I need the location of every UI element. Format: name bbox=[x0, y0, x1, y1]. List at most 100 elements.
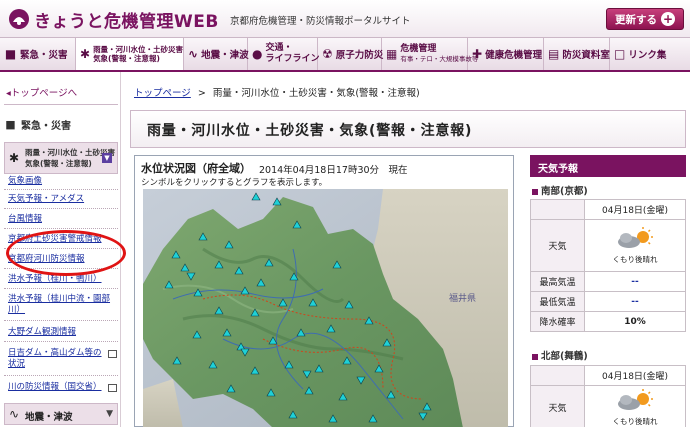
site-logo[interactable]: きょうと危機管理WEB bbox=[34, 7, 219, 32]
breadcrumb-current: 雨量・河川水位・土砂災害・気象(警報・注意報) bbox=[212, 88, 420, 99]
sidebar-cat-emergency[interactable]: ■ 緊急・災害 bbox=[4, 117, 118, 132]
divider bbox=[4, 189, 118, 190]
weather-table-south: 04月18日(金曜) 天気 くもり後晴れ 最高気温 -- 最低気温 -- 降水確 bbox=[530, 199, 686, 332]
nav-earthquake[interactable]: ∿ 地震・津波 bbox=[184, 38, 249, 70]
weather-region-north-label: 北部(舞鶴) bbox=[541, 351, 588, 362]
nav-earthquake-label: 地震・津波 bbox=[201, 50, 249, 61]
weather-panel: 天気予報 南部(京都) 04月18日(金曜) 天気 くもり後晴れ 最高気温 -- bbox=[530, 155, 686, 427]
bullet-icon bbox=[532, 188, 538, 195]
map-label-fukui: 福井県 bbox=[449, 292, 476, 304]
weather-heading: 天気予報 bbox=[530, 155, 686, 177]
asterisk-icon: ✱ bbox=[9, 151, 20, 165]
breadcrumb: トップページ > 雨量・河川水位・土砂災害・気象(警報・注意報) bbox=[134, 85, 420, 99]
nav-traffic-label2: ライフライン bbox=[265, 54, 320, 64]
nav-rain-river-label2: 気象(警報・注意報) bbox=[93, 54, 160, 63]
sidebar-cat-quake-label: 地震・津波 bbox=[25, 412, 73, 423]
sidebar-cat-emergency-label: 緊急・災害 bbox=[21, 121, 71, 132]
wave-icon: ∿ bbox=[9, 407, 20, 421]
weather-text: くもり後晴れ bbox=[612, 254, 658, 264]
weather-cell: くもり後晴れ bbox=[584, 385, 686, 427]
divider bbox=[4, 320, 118, 321]
site-subtitle: 京都府危機管理・防災情報ポータルサイト bbox=[230, 16, 411, 27]
nav-emergency-label: 緊急・災害 bbox=[20, 50, 68, 61]
map-title: 水位状況図（府全域） bbox=[141, 162, 251, 175]
radiation-icon: ☢ bbox=[322, 46, 333, 61]
rain-chance-label: 降水確率 bbox=[530, 311, 585, 332]
rain-chance-value: 10% bbox=[584, 311, 686, 332]
nav-rain-river[interactable]: ✱ 雨量・河川水位・土砂災害 気象(警報・注意報) bbox=[76, 38, 184, 70]
refresh-button-label: 更新する bbox=[615, 13, 657, 26]
sidebar-link-ono-dam[interactable]: 大野ダム観測情報 bbox=[8, 327, 76, 338]
main-nav: ■ 緊急・災害 ✱ 雨量・河川水位・土砂災害 気象(警報・注意報) ∿ 地震・津波… bbox=[0, 38, 690, 72]
nav-health[interactable]: ✚ 健康危機管理 bbox=[468, 38, 544, 70]
plus-icon: + bbox=[661, 12, 675, 26]
nav-health-label: 健康危機管理 bbox=[485, 50, 543, 61]
table-cell bbox=[530, 199, 585, 220]
cross-icon: ✚ bbox=[472, 46, 483, 61]
sidebar-link-hiyoshi-dam[interactable]: 日吉ダム・高山ダム等の状況 bbox=[8, 348, 108, 370]
top-page-link[interactable]: ◂トップページへ bbox=[6, 85, 77, 99]
sidebar-link-typhoon[interactable]: 台風情報 bbox=[8, 214, 42, 225]
sidebar-cat-rain-river[interactable]: ✱ 雨量・河川水位・土砂災害 気象(警報・注意報) ▼ bbox=[4, 142, 118, 174]
divider bbox=[4, 341, 118, 342]
divider bbox=[4, 375, 118, 376]
map-timestamp: 2014年04月18日17時30分 現在 bbox=[259, 165, 408, 176]
page-title-box: 雨量・河川水位・土砂災害・気象(警報・注意報) bbox=[130, 110, 686, 148]
nav-library-label: 防災資料室 bbox=[562, 50, 610, 61]
nav-rain-river-label: 雨量・河川水位・土砂災害 bbox=[93, 45, 184, 54]
sidebar-cat-quake[interactable]: ∿ 地震・津波 ▼ bbox=[4, 403, 118, 425]
chevron-down-icon: ▼ bbox=[106, 409, 113, 419]
nav-library[interactable]: ▤ 防災資料室 bbox=[544, 38, 610, 70]
page-title: 雨量・河川水位・土砂災害・気象(警報・注意報) bbox=[147, 123, 473, 139]
nav-links[interactable]: □ リンク集 bbox=[610, 38, 670, 70]
wave-icon: ∿ bbox=[188, 46, 199, 61]
nav-crisis-label: 危機管理 bbox=[400, 44, 437, 54]
water-level-map[interactable]: 福井県 bbox=[143, 189, 508, 427]
alert-icon: ■ bbox=[4, 46, 17, 61]
breadcrumb-home[interactable]: トップページ bbox=[134, 88, 191, 99]
weather-label: 天気 bbox=[530, 385, 585, 427]
bullet-icon bbox=[532, 353, 538, 360]
min-temp-value: -- bbox=[584, 291, 686, 312]
weather-label: 天気 bbox=[530, 219, 585, 272]
weather-region-north: 北部(舞鶴) bbox=[532, 348, 588, 362]
external-link-icon bbox=[108, 350, 117, 358]
car-icon: ● bbox=[252, 46, 263, 61]
book-icon: ▤ bbox=[548, 46, 560, 61]
divider bbox=[4, 208, 118, 209]
water-level-map-panel: 水位状況図（府全域） 2014年04月18日17時30分 現在 シンボルをクリッ… bbox=[134, 155, 514, 427]
asterisk-icon: ✱ bbox=[80, 46, 91, 61]
map-graphic: 福井県 bbox=[143, 189, 508, 427]
map-instruction: シンボルをクリックするとグラフを表示します。 bbox=[141, 178, 328, 188]
breadcrumb-separator: > bbox=[197, 88, 206, 99]
max-temp-value: -- bbox=[584, 271, 686, 292]
sidebar-link-weather-image[interactable]: 気象画像 bbox=[8, 176, 42, 187]
weather-date: 04月18日(金曜) bbox=[584, 199, 686, 220]
sidebar-link-flood-sonobe[interactable]: 洪水予報（桂川中流・園部川） bbox=[8, 294, 112, 316]
nav-traffic[interactable]: ● 交通・ ライフライン bbox=[248, 38, 320, 70]
nav-traffic-label: 交通・ bbox=[265, 43, 293, 53]
table-cell bbox=[530, 365, 585, 386]
weather-cell: くもり後晴れ bbox=[584, 219, 686, 272]
nav-emergency[interactable]: ■ 緊急・災害 bbox=[0, 38, 76, 70]
divider bbox=[4, 288, 118, 289]
nav-nuclear[interactable]: ☢ 原子力防災 bbox=[318, 38, 384, 70]
min-temp-label: 最低気温 bbox=[530, 291, 585, 312]
weather-date: 04月18日(金曜) bbox=[584, 365, 686, 386]
sidebar-cat-line2: 気象(警報・注意報) bbox=[25, 159, 92, 168]
sidebar-link-mlit[interactable]: 川の防災情報（国交省） bbox=[8, 382, 102, 393]
cloudy-then-sunny-icon bbox=[618, 226, 653, 248]
divider bbox=[4, 104, 118, 105]
alert-icon: ■ bbox=[5, 118, 16, 131]
divider bbox=[4, 228, 118, 229]
max-temp-label: 最高気温 bbox=[530, 271, 585, 292]
nav-links-label: リンク集 bbox=[628, 50, 667, 61]
sidebar-link-forecast[interactable]: 天気予報・アメダス bbox=[8, 194, 84, 205]
nav-nuclear-label: 原子力防災 bbox=[335, 50, 384, 61]
refresh-button[interactable]: 更新する + bbox=[606, 8, 684, 30]
nav-crisis[interactable]: ▦ 危機管理 有事・テロ・大規模事故等 bbox=[382, 38, 478, 70]
header: きょうと危機管理WEB 京都府危機管理・防災情報ポータルサイト 更新する + bbox=[0, 0, 690, 38]
link-icon: □ bbox=[614, 46, 626, 61]
weather-region-south: 南部(京都) bbox=[532, 183, 588, 197]
annotation-circle bbox=[6, 230, 126, 276]
